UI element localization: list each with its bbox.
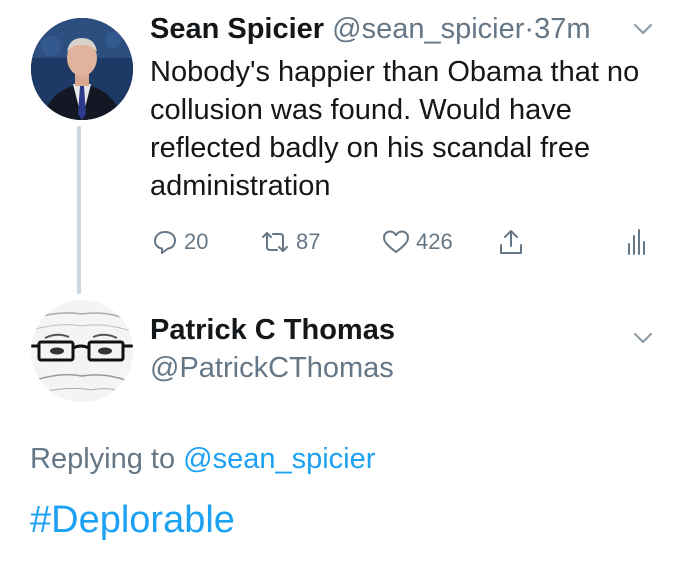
retweet-icon xyxy=(260,229,290,255)
heart-icon xyxy=(382,229,410,255)
retweet-button[interactable]: 87 xyxy=(260,226,320,258)
analytics-icon xyxy=(626,228,646,256)
tweet-actions: 20 87 426 xyxy=(152,226,652,258)
retweet-count: 87 xyxy=(296,229,321,254)
analytics-button[interactable] xyxy=(626,226,646,258)
replying-to: Replying to @sean_spicier xyxy=(30,441,375,477)
like-button[interactable]: 426 xyxy=(382,226,453,258)
tweet-timestamp[interactable]: 37m xyxy=(534,13,590,45)
author-handle[interactable]: @sean_spicier xyxy=(332,13,524,45)
author-display-name[interactable]: Sean Spicier xyxy=(150,13,324,45)
replying-prefix: Replying to xyxy=(30,443,176,475)
reply-author-handle[interactable]: @PatrickCThomas xyxy=(150,351,394,385)
like-count: 426 xyxy=(416,229,453,254)
author-avatar[interactable] xyxy=(31,18,133,120)
spicer-avatar-image xyxy=(31,18,133,120)
reply-button[interactable]: 20 xyxy=(152,226,208,258)
reply-author-avatar[interactable] xyxy=(31,300,133,402)
hashtag-link[interactable]: #Deplorable xyxy=(30,497,235,543)
reply-author-display-name[interactable]: Patrick C Thomas xyxy=(150,313,395,347)
thread-line xyxy=(77,126,81,294)
tweet-header: Sean Spicier @sean_spicier·37m xyxy=(150,12,591,46)
header-separator: · xyxy=(524,13,535,45)
chevron-down-icon[interactable] xyxy=(632,327,654,349)
share-icon xyxy=(498,228,524,256)
tweet-text: Nobody's happier than Obama that no coll… xyxy=(150,56,640,202)
replying-to-handle-link[interactable]: @sean_spicier xyxy=(183,443,375,475)
chevron-down-icon[interactable] xyxy=(632,18,654,40)
share-button[interactable] xyxy=(498,226,524,258)
glasses-avatar-image xyxy=(31,300,133,402)
reply-icon xyxy=(152,229,178,255)
reply-count: 20 xyxy=(184,229,209,254)
